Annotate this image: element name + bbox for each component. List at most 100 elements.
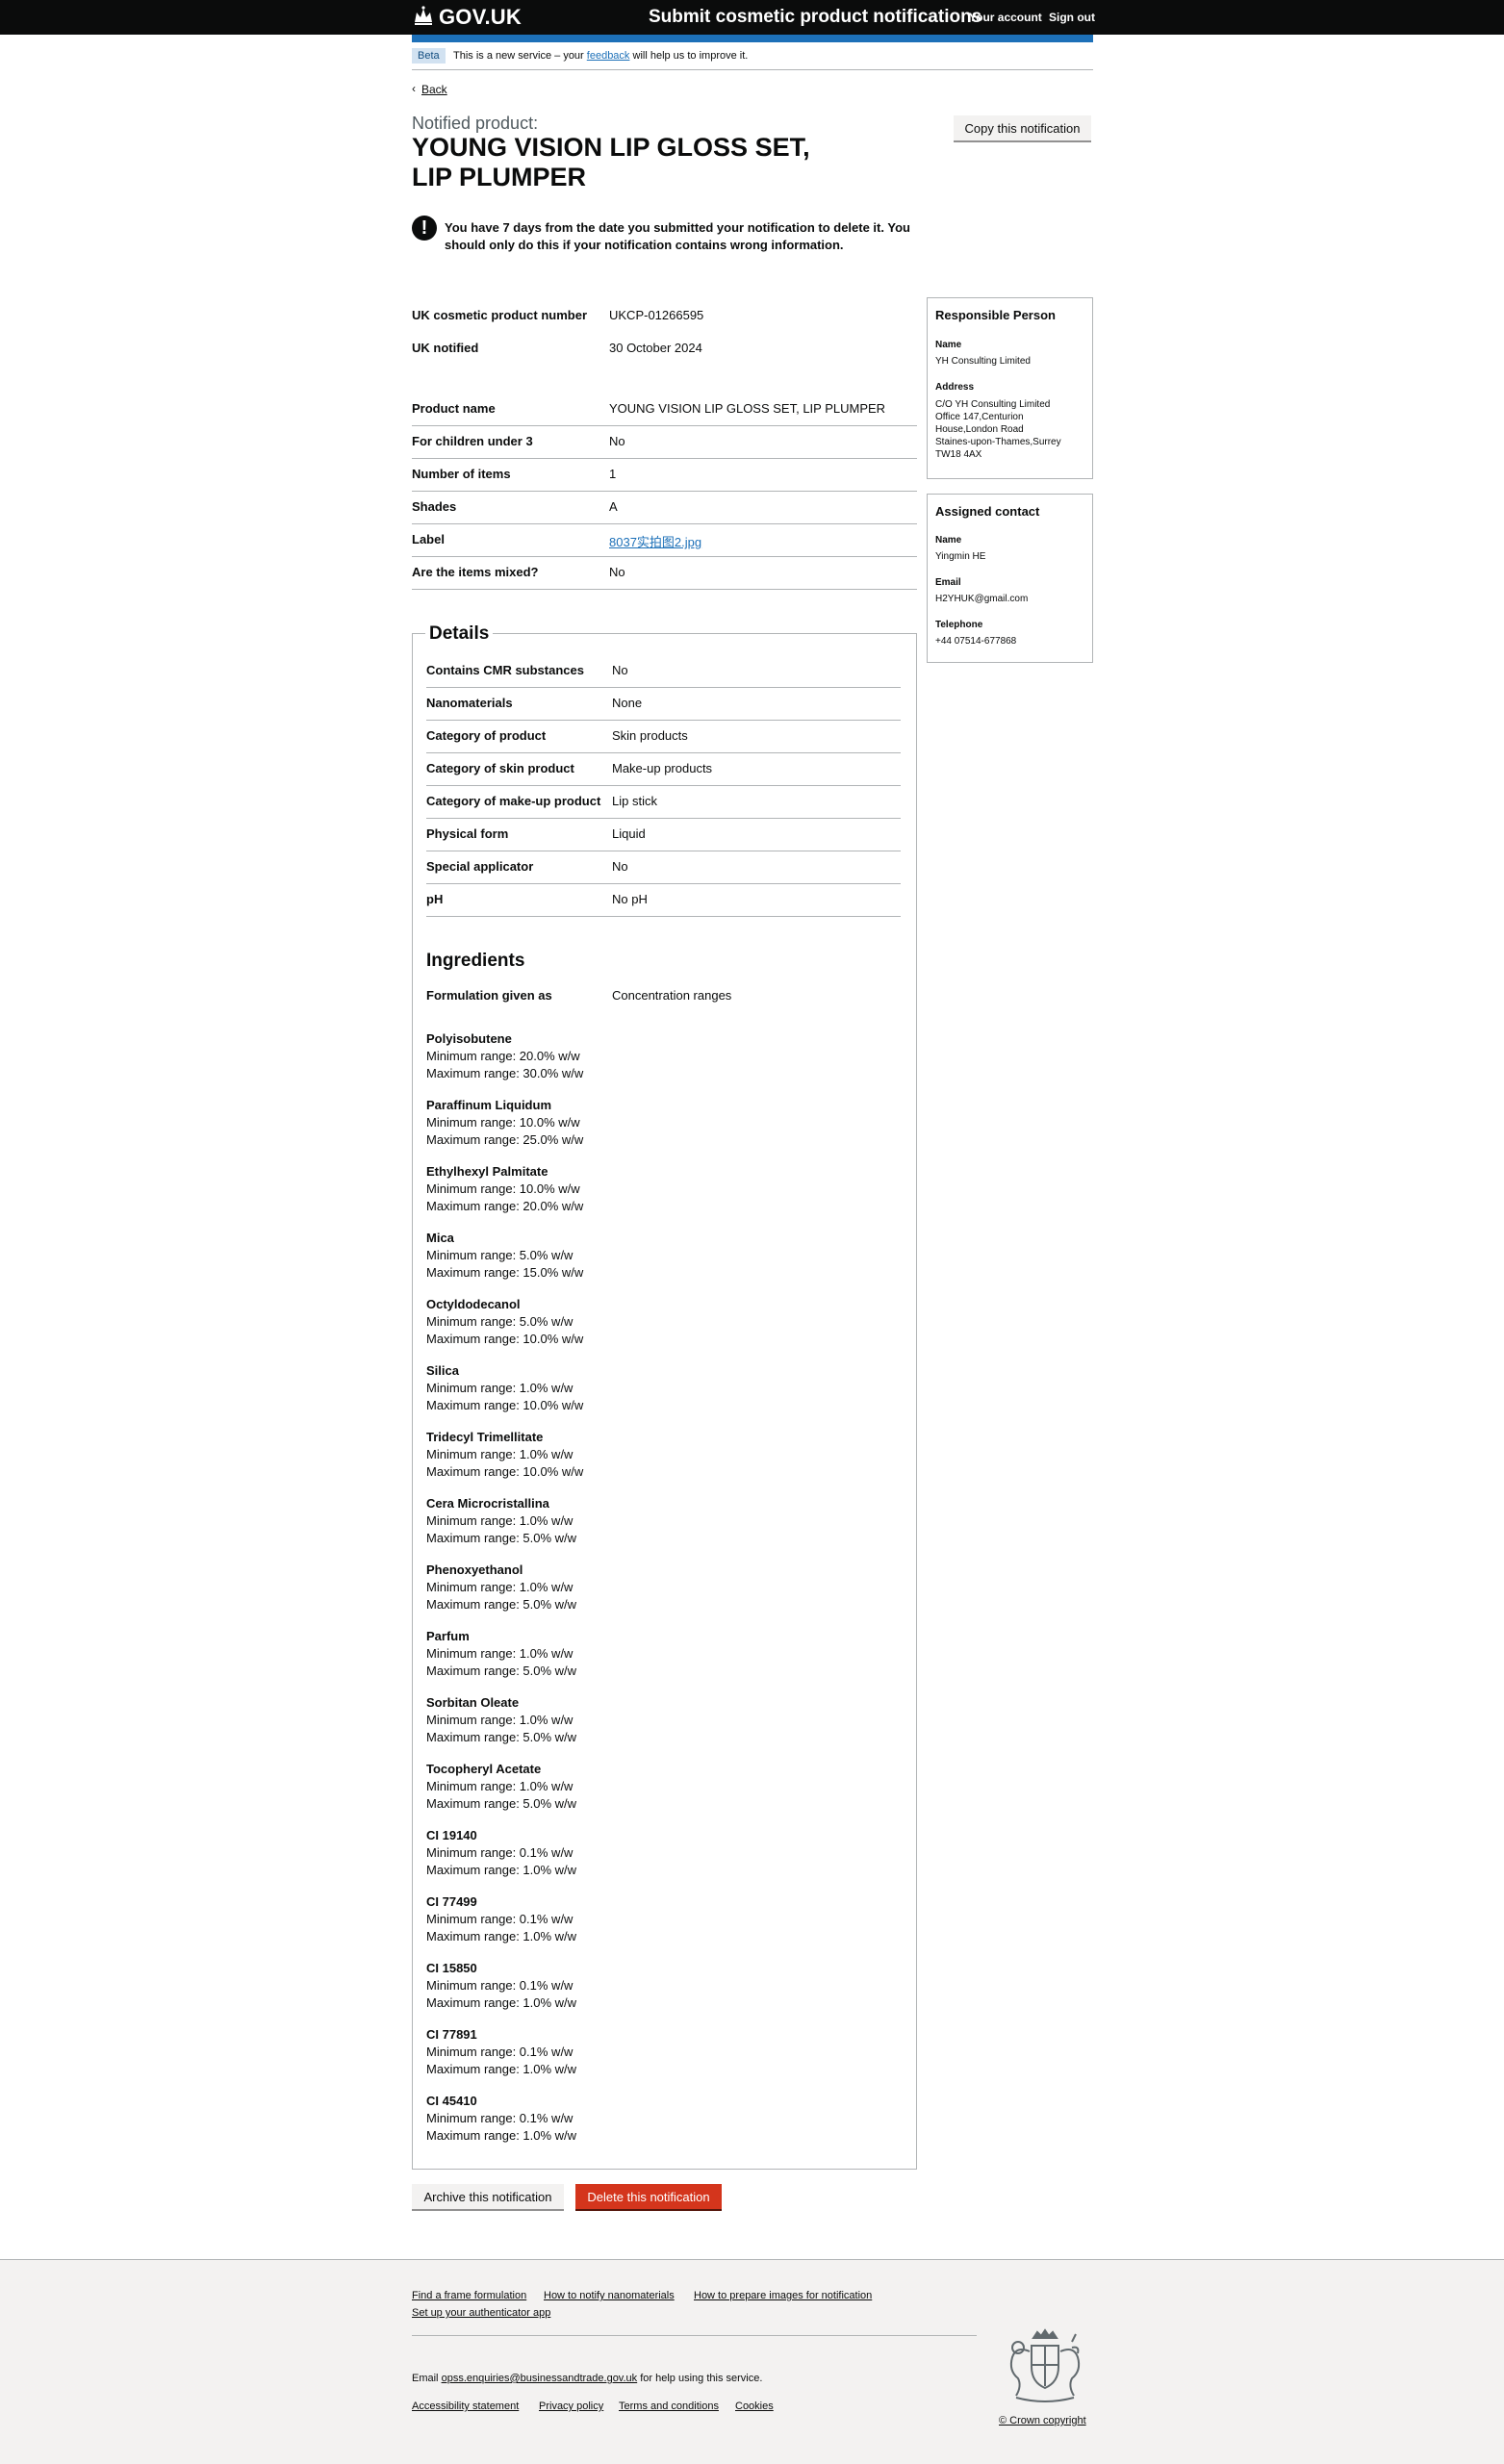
ingredient-min: Minimum range: 1.0% w/w [426, 1381, 574, 1395]
ingredient-item: CI 77891 Minimum range: 0.1% w/w Maximum r… [426, 2026, 576, 2078]
ingredient-max: Maximum range: 20.0% w/w [426, 1199, 584, 1213]
delete-notification-button[interactable]: Delete this notification [575, 2184, 722, 2209]
summary-key: For children under 3 [412, 434, 533, 448]
page-title: YOUNG VISION LIP GLOSS SET, LIP PLUMPER [412, 133, 810, 191]
copy-notification-button[interactable]: Copy this notification [954, 115, 1091, 140]
footer-link-nanomaterials[interactable]: How to notify nanomaterials [544, 2290, 675, 2301]
details-row: Physical form Liquid [426, 818, 901, 851]
ingredient-name: Tocopheryl Acetate [426, 1762, 542, 1776]
summary-key: UK notified [412, 341, 479, 355]
ingredient-item: Tocopheryl Acetate Minimum range: 1.0% w/… [426, 1761, 576, 1813]
ingredient-max: Maximum range: 5.0% w/w [426, 1597, 577, 1612]
summary-row: Shades A [412, 491, 917, 524]
ingredient-name: Ethylhexyl Palmitate [426, 1164, 548, 1179]
ingredient-item: Mica Minimum range: 5.0% w/w Maximum range… [426, 1230, 583, 1282]
details-key: Category of make-up product [426, 794, 601, 808]
summary-key: UK cosmetic product number [412, 308, 588, 322]
details-row: Nanomaterials None [426, 687, 901, 721]
ingredients-heading: Ingredients [426, 951, 525, 971]
details-value: None [612, 696, 643, 710]
footer-email-text: Email opss.enquiries@businessandtrade.go… [412, 2373, 763, 2384]
chevron-left-icon: ‹ [412, 82, 416, 95]
ac-email: H2YHUK@gmail.com [935, 594, 1029, 604]
footer-divider [412, 2335, 977, 2336]
page-caption: Notified product: [412, 114, 539, 133]
sign-out-link[interactable]: Sign out [1049, 11, 1095, 24]
ingredient-max: Maximum range: 1.0% w/w [426, 1995, 577, 2010]
details-key: pH [426, 892, 444, 906]
summary-row: Number of items 1 [412, 458, 917, 492]
ingredient-name: Tridecyl Trimellitate [426, 1430, 544, 1444]
rp-name-label: Name [935, 340, 962, 350]
header-blue-bar [412, 35, 1093, 42]
ingredient-item: Tridecyl Trimellitate Minimum range: 1.0%… [426, 1429, 583, 1481]
ingredient-item: Sorbitan Oleate Minimum range: 1.0% w/w Ma… [426, 1694, 576, 1746]
summary-row: UK notified 30 October 2024 [412, 332, 917, 365]
ingredient-min: Minimum range: 10.0% w/w [426, 1181, 580, 1196]
footer-link-cookies[interactable]: Cookies [735, 2400, 774, 2412]
ingredient-min: Minimum range: 1.0% w/w [426, 1513, 574, 1528]
ingredient-name: Sorbitan Oleate [426, 1695, 520, 1710]
phase-banner: Beta This is a new service – your feedba… [412, 46, 1093, 70]
footer-email-link[interactable]: opss.enquiries@businessandtrade.gov.uk [442, 2373, 638, 2384]
summary-value: A [609, 499, 618, 514]
ingredient-min: Minimum range: 20.0% w/w [426, 1049, 580, 1063]
ingredient-max: Maximum range: 25.0% w/w [426, 1132, 584, 1147]
back-link[interactable]: Back [421, 83, 447, 96]
ingredient-min: Minimum range: 0.1% w/w [426, 2111, 574, 2125]
footer-link-accessibility[interactable]: Accessibility statement [412, 2400, 519, 2412]
ac-name: Yingmin HE [935, 551, 986, 562]
ingredient-name: Phenoxyethanol [426, 1562, 523, 1577]
ingredient-max: Maximum range: 10.0% w/w [426, 1332, 584, 1346]
details-row: Special applicator No [426, 851, 901, 884]
footer-link-prepare-images[interactable]: How to prepare images for notification [694, 2290, 872, 2301]
service-name-link[interactable]: Submit cosmetic product notifications [649, 7, 981, 28]
ingredient-min: Minimum range: 1.0% w/w [426, 1447, 574, 1461]
your-account-link[interactable]: Your account [969, 11, 1042, 24]
details-row: Category of skin product Make-up product… [426, 752, 901, 786]
ingredient-item: Paraffinum Liquidum Minimum range: 10.0% … [426, 1097, 583, 1149]
details-row: pH No pH [426, 883, 901, 917]
details-key: Category of skin product [426, 761, 574, 775]
ingredient-item: Phenoxyethanol Minimum range: 1.0% w/w Max… [426, 1562, 576, 1613]
site-header: GOV.UK Submit cosmetic product notificat… [0, 0, 1504, 35]
ingredient-name: Parfum [426, 1629, 470, 1643]
archive-notification-button[interactable]: Archive this notification [412, 2184, 564, 2209]
ingredient-max: Maximum range: 15.0% w/w [426, 1265, 584, 1280]
ingredient-item: CI 15850 Minimum range: 0.1% w/w Maximum r… [426, 1960, 576, 2012]
crown-copyright-link[interactable]: © Crown copyright [999, 2415, 1086, 2426]
details-key: Category of product [426, 728, 547, 743]
ingredient-name: Silica [426, 1363, 459, 1378]
details-value: Lip stick [612, 794, 657, 808]
summary-key: Label [412, 532, 445, 546]
ingredient-min: Minimum range: 0.1% w/w [426, 1978, 574, 1993]
details-key: Nanomaterials [426, 696, 513, 710]
details-key: Special applicator [426, 859, 534, 874]
feedback-link[interactable]: feedback [587, 50, 630, 62]
summary-value: UKCP-01266595 [609, 308, 704, 322]
footer-link-authenticator[interactable]: Set up your authenticator app [412, 2307, 550, 2319]
details-row: Category of make-up product Lip stick [426, 785, 901, 819]
assigned-contact-heading: Assigned contact [935, 504, 1040, 519]
ingredient-max: Maximum range: 10.0% w/w [426, 1398, 584, 1412]
ingredient-min: Minimum range: 1.0% w/w [426, 1580, 574, 1594]
govuk-logo-link[interactable]: GOV.UK [439, 5, 522, 30]
assigned-contact-card: Assigned contact Name Yingmin HE Email H… [927, 494, 1093, 663]
ingredient-item: Polyisobutene Minimum range: 20.0% w/w Max… [426, 1030, 583, 1082]
ingredient-name: CI 15850 [426, 1961, 477, 1975]
footer-link-frame-formulation[interactable]: Find a frame formulation [412, 2290, 526, 2301]
ingredient-min: Minimum range: 5.0% w/w [426, 1248, 574, 1262]
ingredient-name: Octyldodecanol [426, 1297, 521, 1311]
ingredient-item: Parfum Minimum range: 1.0% w/w Maximum ran… [426, 1628, 576, 1680]
ingredient-max: Maximum range: 5.0% w/w [426, 1796, 577, 1811]
footer-link-privacy[interactable]: Privacy policy [539, 2400, 603, 2412]
footer-link-terms[interactable]: Terms and conditions [619, 2400, 719, 2412]
summary-value: 30 October 2024 [609, 341, 702, 355]
warning-icon: ! [412, 216, 437, 241]
ingredient-max: Maximum range: 5.0% w/w [426, 1730, 577, 1744]
label-image-link[interactable]: 8037实拍图2.jpg [609, 532, 701, 550]
ingredient-max: Maximum range: 5.0% w/w [426, 1664, 577, 1678]
ingredient-item: Cera Microcristallina Minimum range: 1.0%… [426, 1495, 576, 1547]
details-value: No [612, 859, 628, 874]
ingredient-name: Cera Microcristallina [426, 1496, 549, 1511]
